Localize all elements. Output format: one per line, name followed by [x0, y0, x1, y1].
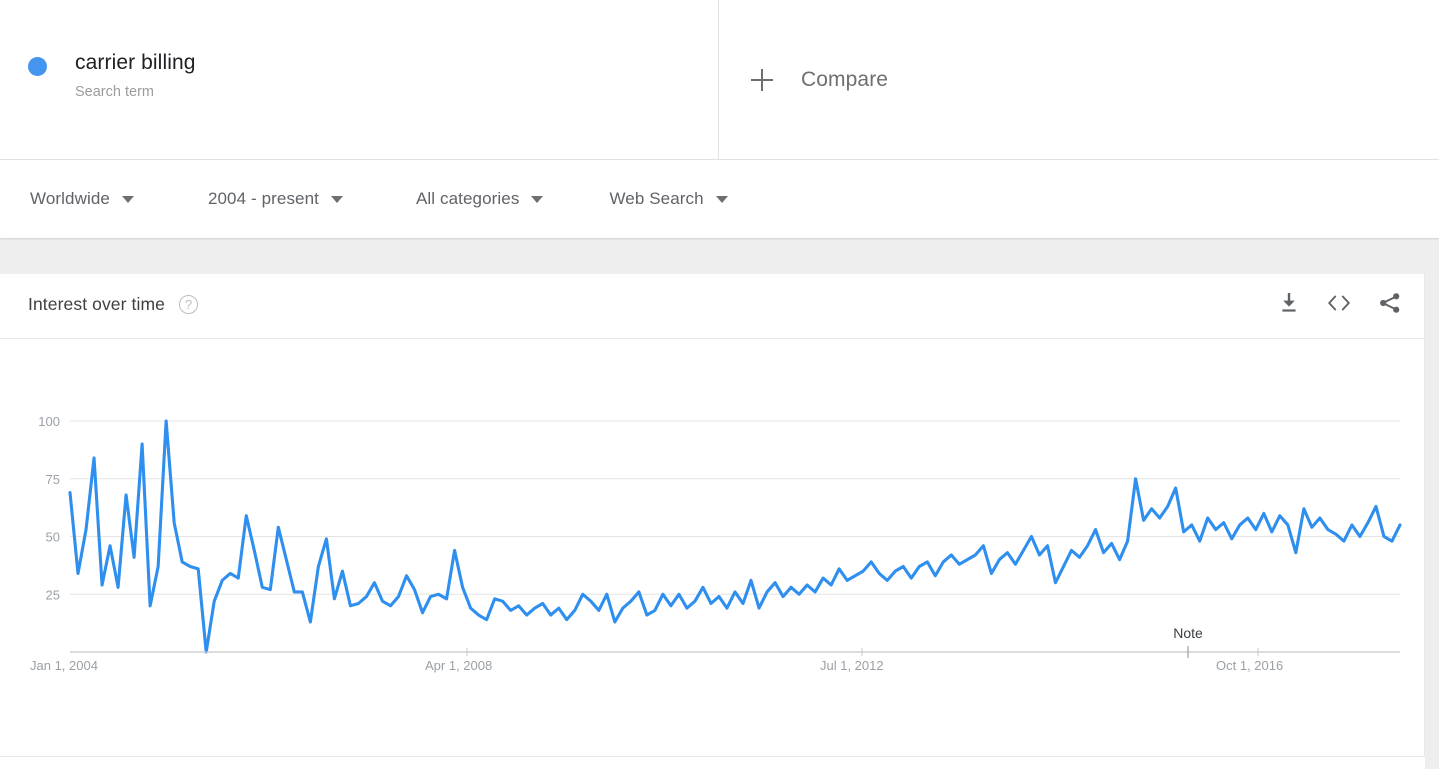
- filter-bar: Worldwide 2004 - present All categories …: [0, 160, 1439, 238]
- page-background-right: [1425, 238, 1439, 769]
- embed-icon[interactable]: [1326, 292, 1352, 319]
- chevron-down-icon: [331, 196, 343, 203]
- add-compare-button[interactable]: Compare: [751, 68, 888, 92]
- chart-gridlines: [70, 421, 1400, 594]
- svg-text:Apr 1, 2008: Apr 1, 2008: [425, 658, 492, 673]
- svg-text:75: 75: [46, 472, 60, 487]
- filter-location[interactable]: Worldwide: [30, 189, 134, 209]
- plus-icon: [751, 69, 773, 91]
- chevron-down-icon: [122, 196, 134, 203]
- note-annotation-label: Note: [1173, 625, 1203, 641]
- search-term-cell[interactable]: carrier billing Search term: [0, 0, 719, 159]
- card-header: Interest over time ?: [0, 274, 1424, 339]
- filter-location-label: Worldwide: [30, 189, 110, 209]
- filter-category-label: All categories: [416, 189, 519, 209]
- filter-time-range[interactable]: 2004 - present: [208, 189, 343, 209]
- search-term-bar: carrier billing Search term Compare: [0, 0, 1439, 160]
- svg-text:Oct 1, 2016: Oct 1, 2016: [1216, 658, 1283, 673]
- interest-over-time-chart[interactable]: 25 50 75 100 Jan 1, 2004 Apr 1, 2008 Jul 1, 2…: [0, 338, 1425, 755]
- series-color-dot: [28, 57, 47, 76]
- filter-search-type[interactable]: Web Search: [609, 189, 727, 209]
- svg-text:Jul 1, 2012: Jul 1, 2012: [820, 658, 884, 673]
- svg-text:Jan 1, 2004: Jan 1, 2004: [30, 658, 98, 673]
- filter-category[interactable]: All categories: [416, 189, 543, 209]
- chart-x-axis-labels: Jan 1, 2004 Apr 1, 2008 Jul 1, 2012 Oct 1, …: [30, 658, 1283, 673]
- filter-search-type-label: Web Search: [609, 189, 703, 209]
- share-icon[interactable]: [1378, 291, 1402, 320]
- svg-text:25: 25: [46, 587, 60, 602]
- section-gap: [0, 238, 1439, 274]
- download-icon[interactable]: [1278, 291, 1300, 320]
- card-actions: [1278, 291, 1402, 320]
- compare-cell[interactable]: Compare: [719, 0, 1439, 159]
- chart-annotations: Note: [467, 625, 1258, 658]
- interest-over-time-card: Interest over time ?: [0, 274, 1425, 756]
- compare-label: Compare: [801, 68, 888, 92]
- chevron-down-icon: [531, 196, 543, 203]
- help-circle-icon[interactable]: ?: [179, 295, 198, 314]
- filter-time-range-label: 2004 - present: [208, 189, 319, 209]
- card-bottom-divider: [0, 756, 1425, 757]
- chart-area[interactable]: 25 50 75 100 Jan 1, 2004 Apr 1, 2008 Jul 1, 2…: [0, 338, 1425, 755]
- search-term-type: Search term: [75, 82, 196, 102]
- search-term-label: carrier billing: [75, 50, 196, 76]
- svg-text:50: 50: [46, 530, 60, 545]
- chevron-down-icon: [716, 196, 728, 203]
- svg-text:100: 100: [38, 414, 60, 429]
- chart-y-axis-labels: 25 50 75 100: [38, 414, 60, 602]
- panel-title: Interest over time: [28, 294, 165, 315]
